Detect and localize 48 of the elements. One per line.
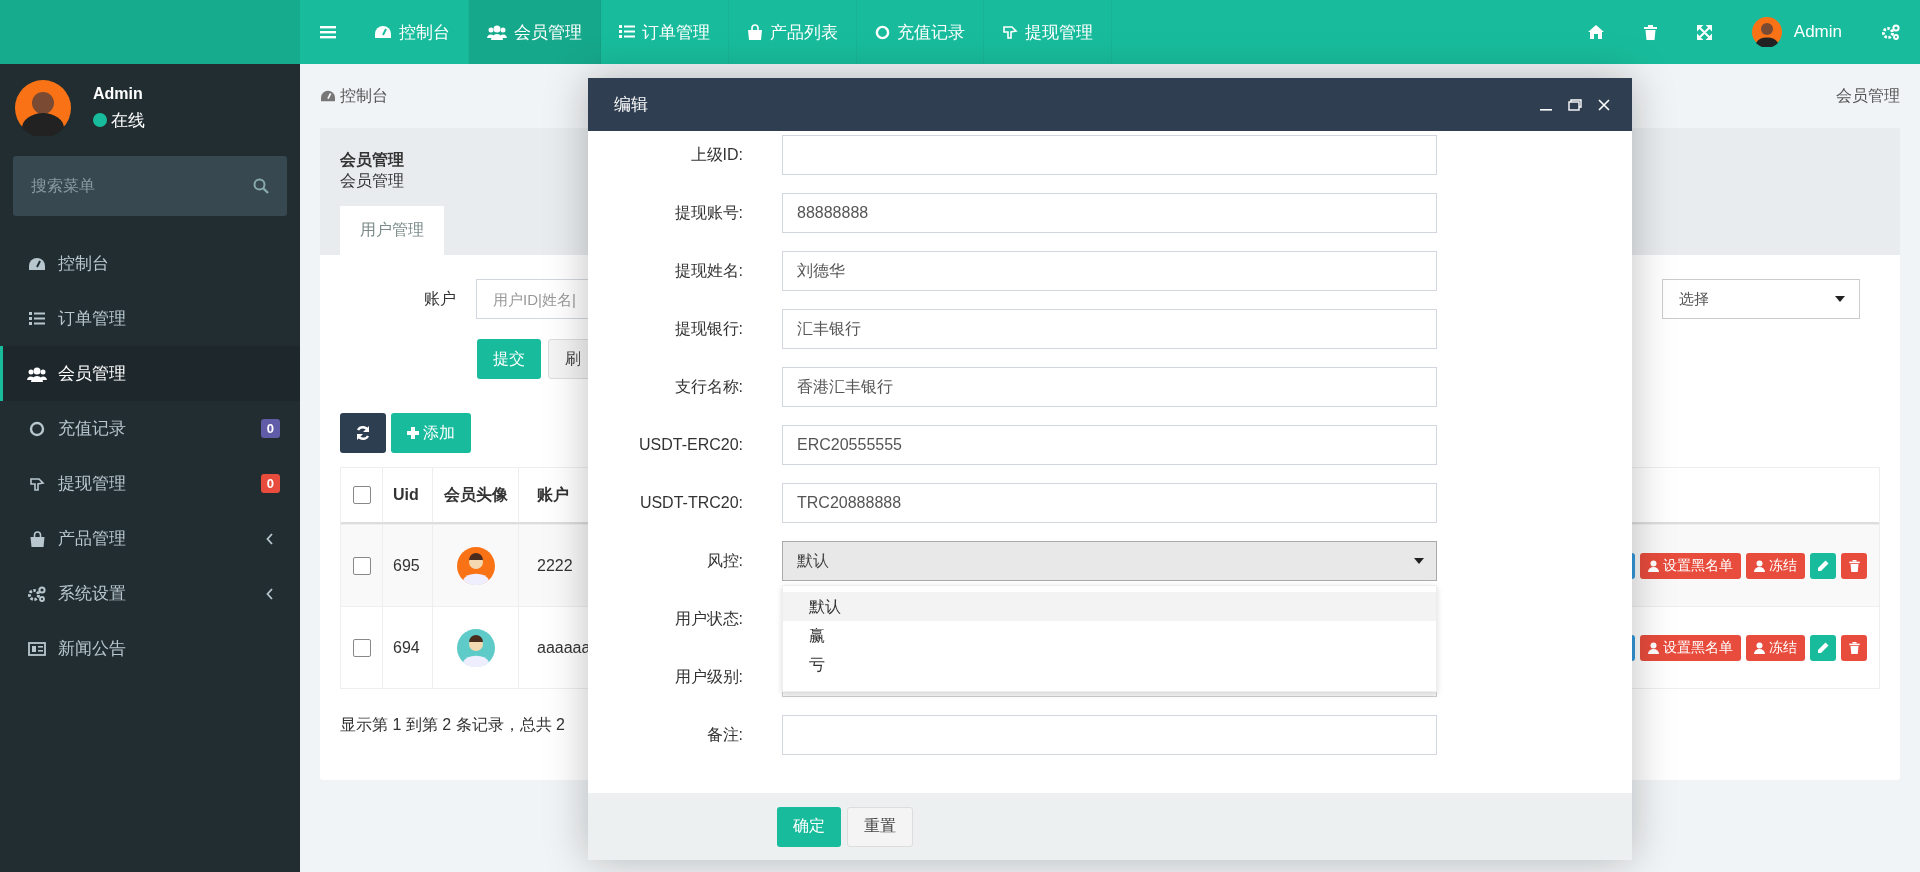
sidebar-item[interactable]: 订单管理 (0, 291, 300, 346)
field-label: 账户 (423, 288, 457, 309)
search-field[interactable]: 搜索菜单 (13, 156, 287, 216)
dropdown-option[interactable]: 亏 (783, 650, 1436, 679)
dropdown-option[interactable]: 默认 (783, 592, 1436, 621)
blacklist-button[interactable]: 设置黑名单 (1640, 634, 1741, 661)
breadcrumb-current: 会员管理 (1836, 85, 1900, 106)
input-field[interactable]: 香港汇丰银行 (782, 367, 1437, 407)
online-status: 在线 (111, 109, 145, 132)
tab[interactable]: 用户管理 (340, 206, 444, 255)
field-label: 提现银行: (673, 318, 743, 339)
select-field[interactable]: 选择 (1662, 279, 1860, 319)
panel-title: 会员管理 (340, 151, 404, 168)
dialog-title: 编辑 (614, 94, 648, 116)
freeze-button[interactable]: 冻结 (1746, 552, 1805, 579)
input-field[interactable]: ERC20555555 (782, 425, 1437, 465)
table-cell: 694 (383, 607, 433, 688)
table-cell: 695 (383, 525, 433, 606)
sidebar-item[interactable]: 控制台 (0, 236, 300, 291)
user-name: Admin (93, 84, 143, 103)
input-field[interactable]: 88888888 (782, 193, 1437, 233)
sidebar-item[interactable]: 新闻公告 (0, 621, 300, 676)
select-field[interactable]: 默认 (782, 541, 1437, 581)
pagination-info: 显示第 1 到第 2 条记录，总共 2 (340, 716, 565, 733)
count-badge: 0 (260, 474, 280, 493)
field-label: USDT-ERC20: (637, 436, 743, 454)
dropdown-option[interactable]: 赢 (783, 621, 1436, 650)
field-label: 提现账号: (673, 202, 743, 223)
input-field[interactable]: 刘德华 (782, 251, 1437, 291)
breadcrumb[interactable]: 控制台 (320, 85, 388, 107)
field-label: 提现姓名: (673, 260, 743, 281)
sidebar-item[interactable]: 系统设置 (0, 566, 300, 621)
column-header: 会员头像 (433, 468, 519, 522)
column-header: Uid (383, 468, 433, 522)
sidebar-item[interactable]: 充值记录 0 (0, 401, 300, 456)
blacklist-button[interactable]: 设置黑名单 (1640, 552, 1741, 579)
count-badge: 0 (260, 419, 280, 438)
panel-subtitle: 会员管理 (340, 172, 404, 189)
sidebar-item[interactable]: 产品管理 (0, 511, 300, 566)
sidebar-item[interactable]: 会员管理 (0, 346, 300, 401)
sidebar-item[interactable]: 提现管理 0 (0, 456, 300, 511)
freeze-button[interactable]: 冻结 (1746, 634, 1805, 661)
input-field[interactable]: 汇丰银行 (782, 309, 1437, 349)
field-label: 支行名称: (673, 376, 743, 397)
input-field[interactable]: TRC20888888 (782, 483, 1437, 523)
reset-button[interactable]: 重置 (847, 806, 913, 847)
field-label: 备注: (705, 724, 743, 745)
field-label: 上级ID: (689, 144, 743, 165)
